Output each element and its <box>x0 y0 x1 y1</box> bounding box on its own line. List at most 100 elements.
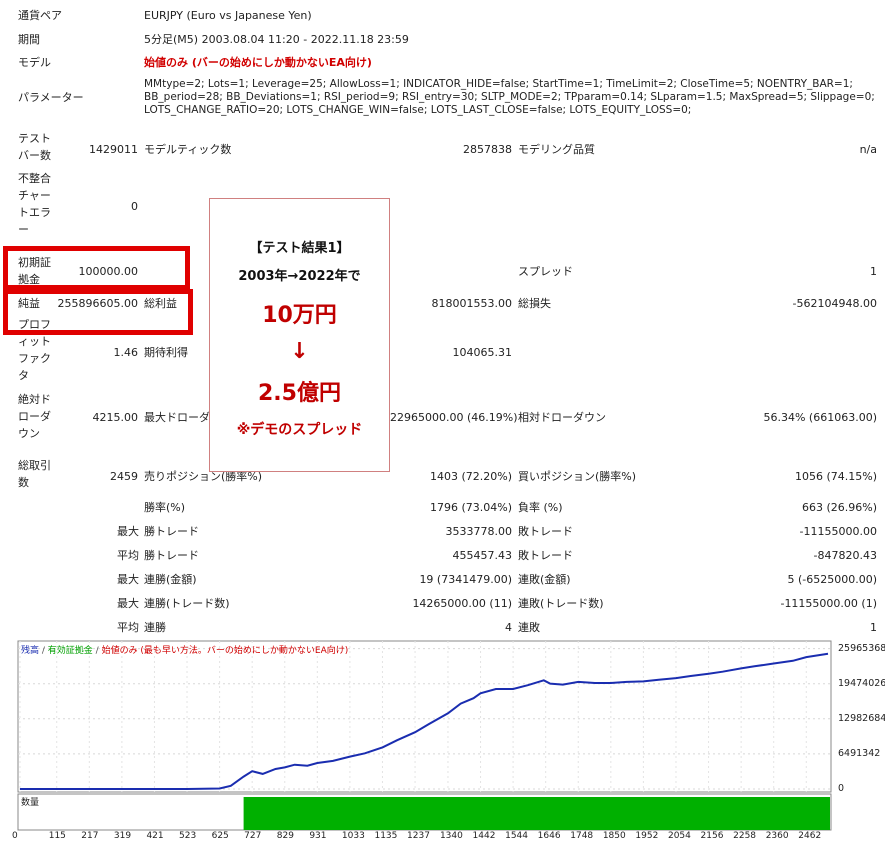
y-tick-label: 0 <box>838 783 845 794</box>
ticks-value: 2857838 <box>463 143 512 156</box>
pair-value: EURJPY (Euro vs Japanese Yen) <box>144 9 312 22</box>
y-tick-label: 12982684 <box>838 712 885 724</box>
max-label-1: 最大 <box>117 525 139 538</box>
x-tick-label: 421 <box>146 831 164 841</box>
mismatch-value: 0 <box>131 200 138 213</box>
consec-loss-cnt-value: -11155000.00 (1) <box>780 597 877 610</box>
chart-legend: 残高 / 有効証拠金 / 始値のみ (最も早い方法。バーの始めにしか動かないEA… <box>21 646 349 656</box>
x-tick-label: 1237 <box>407 831 430 841</box>
expected-payoff-label: 期待利得 <box>144 346 188 359</box>
x-tick-label: 1748 <box>570 831 594 841</box>
callout-initial: 10万円 <box>262 303 337 328</box>
consec-loss-amt-label: 連敗(金額) <box>518 573 571 586</box>
callout-result: 2.5億円 <box>258 381 341 406</box>
long-positions-label: 買いポジション(勝率%) <box>518 470 637 483</box>
params-value: MMtype=2; Lots=1; Leverage=25; AllowLoss… <box>144 78 875 117</box>
rel-drawdown-value: 56.34% (661063.00) <box>763 411 877 424</box>
abs-drawdown-value: 4215.00 <box>92 411 139 424</box>
legend-model: 始値のみ (最も早い方法。バーの始めにしか動かないEA向け) <box>101 646 349 656</box>
total-trades-value: 2459 <box>110 470 138 483</box>
volume-bars <box>243 797 831 830</box>
short-positions-value: 1403 (72.20%) <box>429 470 512 483</box>
max-drawdown-label: 最大ドローダ <box>144 411 210 424</box>
winrate-label: 勝率(%) <box>144 501 186 514</box>
x-tick-label: 2156 <box>700 831 724 841</box>
x-tick-label: 0 <box>12 831 18 841</box>
max-loss-value: -11155000.00 <box>799 525 877 538</box>
consec-win-amt-label: 連勝(金額) <box>144 573 197 586</box>
avg-label-2: 平均 <box>117 621 139 634</box>
avg-consec-win-label: 連勝 <box>144 621 166 634</box>
callout-note: ※デモのスプレッド <box>236 422 363 438</box>
avg-consec-loss-value: 1 <box>870 621 877 634</box>
params-label: パラメーター <box>18 91 84 104</box>
y-tick-label: 19474026 <box>838 677 885 689</box>
pair-label: 通貨ペア <box>18 9 62 22</box>
avg-label-1: 平均 <box>117 549 139 562</box>
x-tick-label: 1033 <box>341 831 365 841</box>
x-tick-label: 727 <box>244 831 262 841</box>
x-tick-label: 2258 <box>733 831 757 841</box>
x-tick-label: 1952 <box>635 831 659 841</box>
consec-loss-amt-value: 5 (-6525000.00) <box>787 573 877 586</box>
period-label: 期間 <box>18 33 40 46</box>
x-tick-label: 931 <box>309 831 327 841</box>
x-tick-label: 1340 <box>439 831 463 841</box>
model-value: 始値のみ (バーの始めにしか動かないEA向け) <box>144 56 372 69</box>
callout-arrow-icon: ↓ <box>290 339 309 364</box>
y-tick-label: 25965368 <box>838 642 885 654</box>
ticks-label: モデルティック数 <box>144 143 232 156</box>
quality-value: n/a <box>859 143 877 156</box>
max-win-value: 3533778.00 <box>445 525 512 538</box>
result-callout: 【テスト結果1】 2003年→2022年で 10万円 ↓ 2.5億円 ※デモのス… <box>209 198 390 472</box>
winrate-value: 1796 (73.04%) <box>429 501 512 514</box>
avg-loss-value: -847820.43 <box>813 549 877 562</box>
bars-value: 1429011 <box>89 143 138 156</box>
consec-win-amt-value: 19 (7341479.00) <box>419 573 512 586</box>
callout-title: 【テスト結果1】 <box>249 241 350 256</box>
params-line-3: LOTS_CHANGE_RATIO=20; LOTS_CHANGE_WIN=fa… <box>144 104 692 116</box>
max-drawdown-value: 22965000.00 (46.19%) <box>390 411 518 424</box>
lossrate-value: 663 (26.96%) <box>801 501 877 514</box>
params-line-2: BB_period=28; BB_Deviations=1; RSI_perio… <box>144 91 875 103</box>
max-label-3: 最大 <box>117 597 139 610</box>
long-positions-value: 1056 (74.15%) <box>794 470 877 483</box>
consec-win-cnt-label: 連勝(トレード数) <box>144 597 230 610</box>
expected-payoff-value: 104065.31 <box>452 346 513 359</box>
profit-factor-value: 1.46 <box>113 346 139 359</box>
x-tick-label: 2360 <box>765 831 789 841</box>
lossrate-label: 負率 (%) <box>518 501 563 514</box>
x-tick-label: 625 <box>211 831 229 841</box>
x-tick-label: 319 <box>113 831 132 841</box>
rel-drawdown-label: 相対ドローダウン <box>518 411 606 424</box>
max-label-2: 最大 <box>117 573 139 586</box>
x-tick-label: 1646 <box>537 831 561 841</box>
legend-balance: 残高 <box>21 646 40 656</box>
max-win-label: 勝トレード <box>144 525 199 538</box>
x-tick-label: 1544 <box>505 831 528 841</box>
spread-value: 1 <box>870 265 877 278</box>
x-tick-label: 217 <box>81 831 99 841</box>
consec-loss-cnt-label: 連敗(トレード数) <box>518 597 604 610</box>
spread-label: スプレッド <box>518 265 573 278</box>
model-label: モデル <box>18 56 51 69</box>
avg-win-label: 勝トレード <box>144 549 199 562</box>
balance-chart <box>17 640 832 831</box>
x-tick-label: 2462 <box>798 831 822 841</box>
legend-equity: 有効証拠金 <box>47 646 93 656</box>
x-tick-label: 1850 <box>602 831 626 841</box>
callout-years: 2003年→2022年で <box>238 269 361 284</box>
period-value: 5分足(M5) 2003.08.04 11:20 - 2022.11.18 23… <box>144 33 409 46</box>
x-tick-label: 1442 <box>472 831 496 841</box>
volume-label: 数量 <box>21 798 40 808</box>
quality-label: モデリング品質 <box>518 143 595 156</box>
gross-profit-value: 818001553.00 <box>431 297 512 310</box>
avg-consec-loss-label: 連敗 <box>518 621 540 634</box>
x-tick-label: 2054 <box>667 831 691 841</box>
consec-win-cnt-value: 14265000.00 (11) <box>412 597 512 610</box>
max-loss-label: 敗トレード <box>518 525 573 538</box>
deposit-highlight-box <box>3 246 190 290</box>
x-tick-label: 115 <box>48 831 66 841</box>
gross-loss-label: 総損失 <box>518 297 551 310</box>
net-profit-highlight-box <box>3 289 193 335</box>
